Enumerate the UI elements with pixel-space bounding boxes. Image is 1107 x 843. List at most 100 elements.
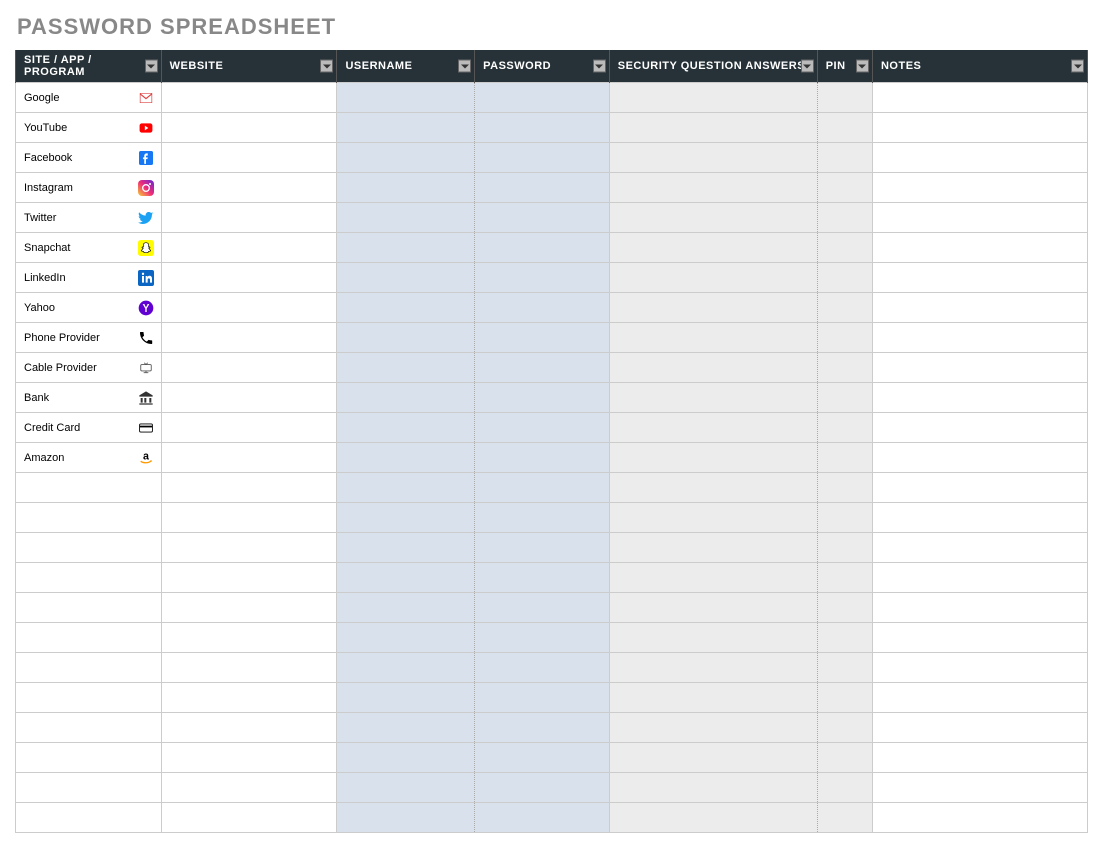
cell-site[interactable] (16, 503, 162, 533)
cell-security[interactable] (609, 263, 817, 293)
cell-pin[interactable] (817, 503, 872, 533)
cell-password[interactable] (475, 353, 610, 383)
cell-password[interactable] (475, 773, 610, 803)
cell-pin[interactable] (817, 473, 872, 503)
cell-website[interactable] (161, 503, 337, 533)
cell-site[interactable] (16, 743, 162, 773)
cell-password[interactable] (475, 653, 610, 683)
cell-username[interactable] (337, 593, 475, 623)
cell-pin[interactable] (817, 83, 872, 113)
cell-website[interactable] (161, 563, 337, 593)
cell-website[interactable] (161, 803, 337, 833)
cell-password[interactable] (475, 263, 610, 293)
cell-notes[interactable] (872, 473, 1087, 503)
cell-site[interactable]: Amazona (16, 443, 162, 473)
cell-password[interactable] (475, 743, 610, 773)
cell-pin[interactable] (817, 443, 872, 473)
cell-security[interactable] (609, 743, 817, 773)
cell-password[interactable] (475, 443, 610, 473)
cell-website[interactable] (161, 263, 337, 293)
cell-site[interactable]: Facebook (16, 143, 162, 173)
cell-notes[interactable] (872, 683, 1087, 713)
cell-website[interactable] (161, 773, 337, 803)
filter-icon[interactable] (593, 60, 606, 73)
cell-security[interactable] (609, 413, 817, 443)
cell-website[interactable] (161, 443, 337, 473)
cell-username[interactable] (337, 323, 475, 353)
cell-security[interactable] (609, 383, 817, 413)
cell-password[interactable] (475, 713, 610, 743)
cell-pin[interactable] (817, 383, 872, 413)
cell-security[interactable] (609, 623, 817, 653)
cell-password[interactable] (475, 563, 610, 593)
cell-security[interactable] (609, 173, 817, 203)
cell-website[interactable] (161, 413, 337, 443)
cell-password[interactable] (475, 413, 610, 443)
cell-notes[interactable] (872, 743, 1087, 773)
cell-security[interactable] (609, 773, 817, 803)
cell-site[interactable]: Credit Card (16, 413, 162, 443)
col-header-username[interactable]: USERNAME (337, 50, 475, 83)
cell-pin[interactable] (817, 743, 872, 773)
cell-username[interactable] (337, 143, 475, 173)
cell-password[interactable] (475, 503, 610, 533)
cell-pin[interactable] (817, 653, 872, 683)
cell-pin[interactable] (817, 593, 872, 623)
cell-username[interactable] (337, 233, 475, 263)
cell-notes[interactable] (872, 113, 1087, 143)
cell-password[interactable] (475, 173, 610, 203)
cell-site[interactable] (16, 473, 162, 503)
cell-notes[interactable] (872, 773, 1087, 803)
cell-username[interactable] (337, 173, 475, 203)
cell-password[interactable] (475, 323, 610, 353)
cell-website[interactable] (161, 533, 337, 563)
cell-notes[interactable] (872, 593, 1087, 623)
cell-username[interactable] (337, 623, 475, 653)
cell-password[interactable] (475, 143, 610, 173)
cell-password[interactable] (475, 803, 610, 833)
cell-pin[interactable] (817, 623, 872, 653)
col-header-site[interactable]: SITE / APP / PROGRAM (16, 50, 162, 83)
cell-username[interactable] (337, 683, 475, 713)
col-header-website[interactable]: WEBSITE (161, 50, 337, 83)
cell-pin[interactable] (817, 713, 872, 743)
cell-username[interactable] (337, 263, 475, 293)
cell-pin[interactable] (817, 413, 872, 443)
cell-pin[interactable] (817, 803, 872, 833)
filter-icon[interactable] (801, 60, 814, 73)
filter-icon[interactable] (145, 60, 158, 73)
cell-password[interactable] (475, 203, 610, 233)
cell-security[interactable] (609, 803, 817, 833)
cell-site[interactable] (16, 593, 162, 623)
cell-security[interactable] (609, 143, 817, 173)
cell-pin[interactable] (817, 203, 872, 233)
cell-website[interactable] (161, 143, 337, 173)
cell-pin[interactable] (817, 533, 872, 563)
cell-security[interactable] (609, 713, 817, 743)
cell-pin[interactable] (817, 683, 872, 713)
cell-site[interactable]: LinkedIn (16, 263, 162, 293)
cell-website[interactable] (161, 113, 337, 143)
cell-site[interactable]: Instagram (16, 173, 162, 203)
cell-username[interactable] (337, 473, 475, 503)
cell-notes[interactable] (872, 263, 1087, 293)
cell-password[interactable] (475, 473, 610, 503)
cell-website[interactable] (161, 653, 337, 683)
cell-security[interactable] (609, 503, 817, 533)
cell-password[interactable] (475, 83, 610, 113)
cell-security[interactable] (609, 83, 817, 113)
cell-pin[interactable] (817, 263, 872, 293)
cell-username[interactable] (337, 503, 475, 533)
cell-site[interactable]: Cable Provider (16, 353, 162, 383)
cell-pin[interactable] (817, 563, 872, 593)
cell-pin[interactable] (817, 113, 872, 143)
cell-notes[interactable] (872, 383, 1087, 413)
cell-notes[interactable] (872, 533, 1087, 563)
cell-notes[interactable] (872, 323, 1087, 353)
cell-notes[interactable] (872, 503, 1087, 533)
cell-website[interactable] (161, 83, 337, 113)
filter-icon[interactable] (458, 60, 471, 73)
cell-website[interactable] (161, 383, 337, 413)
cell-notes[interactable] (872, 83, 1087, 113)
cell-notes[interactable] (872, 203, 1087, 233)
